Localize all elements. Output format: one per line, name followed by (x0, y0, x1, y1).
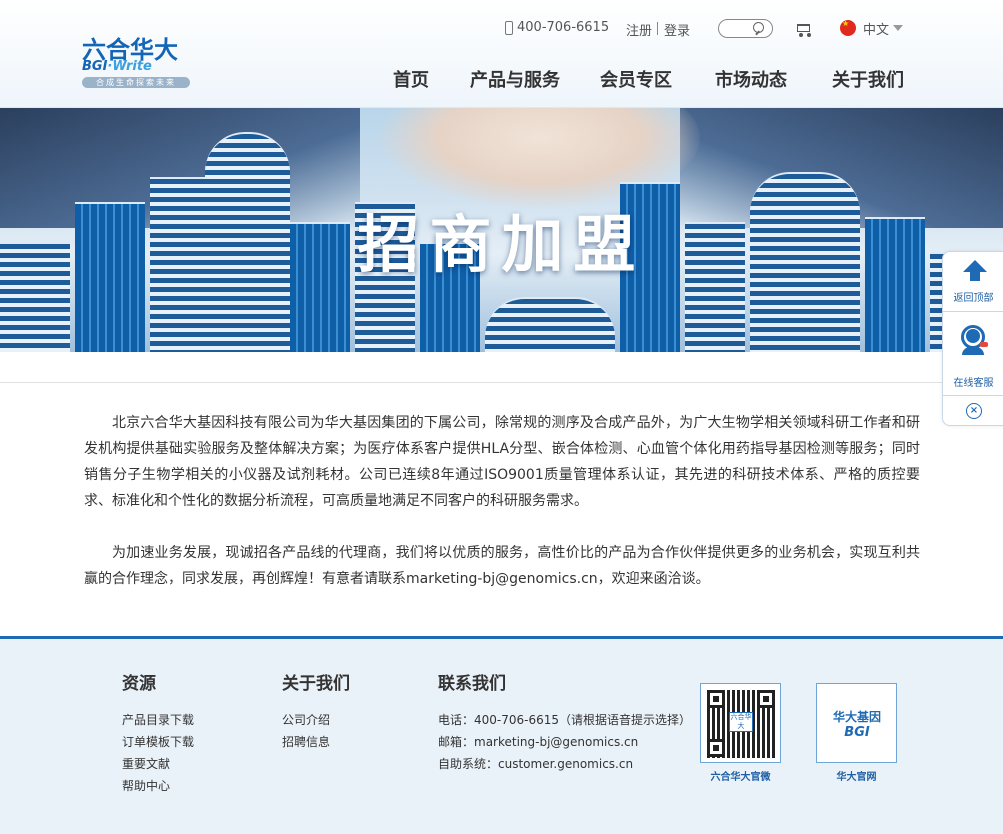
building (485, 297, 615, 352)
footer-link[interactable]: 重要文献 (122, 753, 194, 775)
search-input[interactable] (718, 19, 773, 38)
nav-item-home[interactable]: 首页 (393, 66, 429, 92)
top-utility-bar: 400-706-6615 注册 登录 中文 (0, 19, 1003, 39)
customer-service-icon (956, 320, 990, 355)
register-link[interactable]: 注册 (626, 20, 652, 39)
footer-link[interactable]: 公司介绍 (282, 709, 350, 731)
divider (943, 395, 1003, 396)
footer-link[interactable]: 产品目录下载 (122, 709, 194, 731)
bgi-logo-cn: 华大基因 (832, 710, 881, 724)
contact-self-service[interactable]: 自助系统：customer.genomics.cn (438, 753, 691, 775)
qr-finder (757, 690, 775, 708)
divider (657, 22, 658, 35)
nav-item-market-news[interactable]: 市场动态 (715, 66, 787, 92)
footer-link[interactable]: 帮助中心 (122, 775, 194, 797)
site-footer: 资源 产品目录下载 订单模板下载 重要文献 帮助中心 关于我们 公司介绍 招聘信… (0, 636, 1003, 834)
online-service-button[interactable]: 在线客服 (943, 312, 1003, 395)
chevron-down-icon[interactable] (893, 25, 903, 31)
china-flag-icon (840, 19, 856, 36)
main-nav: 首页 产品与服务 会员专区 市场动态 关于我们 (0, 66, 1003, 92)
bgi-logo: 华大基因 BGI (823, 708, 891, 740)
close-icon[interactable]: × (966, 403, 982, 419)
phone-icon (505, 21, 513, 35)
qr-center-logo: 六合华大 (729, 712, 753, 732)
login-link[interactable]: 登录 (664, 20, 690, 39)
qr-finder (707, 739, 725, 757)
wechat-qr-caption: 六合华大官微 (710, 772, 771, 783)
nav-item-about-us[interactable]: 关于我们 (832, 66, 904, 92)
qr-finder (707, 690, 725, 708)
footer-resources: 资源 产品目录下载 订单模板下载 重要文献 帮助中心 (122, 669, 194, 797)
site-header: 六合华大 BGI·Write 合成生命探索未来 400-706-6615 注册 … (0, 0, 1003, 108)
back-to-top-label: 返回顶部 (953, 293, 994, 304)
floating-service-panel: 返回顶部 在线客服 × (942, 251, 1003, 426)
wechat-qr-code: 六合华大 (700, 683, 781, 763)
hero-banner: 招商加盟 (0, 108, 1003, 352)
arrow-up-icon (963, 260, 987, 281)
banner-bottom-strip (0, 352, 1003, 383)
online-service-label: 在线客服 (953, 378, 994, 389)
contact-email[interactable]: 邮箱：marketing-bj@genomics.cn (438, 731, 691, 753)
bgi-site-caption[interactable]: 华大官网 (816, 768, 897, 783)
main-content: 北京六合华大基因科技有限公司为华大基因集团的下属公司，除常规的测序及合成产品外，… (84, 410, 920, 592)
footer-heading: 联系我们 (438, 674, 506, 694)
nav-item-members[interactable]: 会员专区 (600, 66, 672, 92)
footer-link[interactable]: 订单模板下载 (122, 731, 194, 753)
footer-link[interactable]: 招聘信息 (282, 731, 350, 753)
back-to-top-button[interactable]: 返回顶部 (943, 252, 1003, 311)
contact-phone: 电话：400-706-6615（请根据语音提示选择） (438, 713, 692, 727)
banner-title: 招商加盟 (357, 208, 646, 281)
content-paragraph: 为加速业务发展，现诚招各产品线的代理商，我们将以优质的服务，高性价比的产品为合作… (84, 545, 920, 587)
footer-contact: 联系我们 电话：400-706-6615（请根据语音提示选择） 邮箱：marke… (438, 669, 691, 775)
hotline-number: 400-706-6615 (517, 20, 610, 35)
language-selector[interactable]: 中文 (863, 19, 889, 38)
search-icon[interactable] (753, 22, 764, 33)
cart-icon[interactable] (795, 21, 813, 37)
footer-about: 关于我们 公司介绍 招聘信息 (282, 669, 350, 753)
bgi-logo-en: BGI (844, 725, 870, 740)
bgi-site-logo-box[interactable]: 华大基因 BGI (816, 683, 897, 763)
footer-heading: 关于我们 (282, 674, 350, 694)
nav-item-products-services[interactable]: 产品与服务 (470, 66, 560, 92)
content-paragraph: 北京六合华大基因科技有限公司为华大基因集团的下属公司，除常规的测序及合成产品外，… (84, 415, 920, 509)
footer-heading: 资源 (122, 674, 156, 694)
